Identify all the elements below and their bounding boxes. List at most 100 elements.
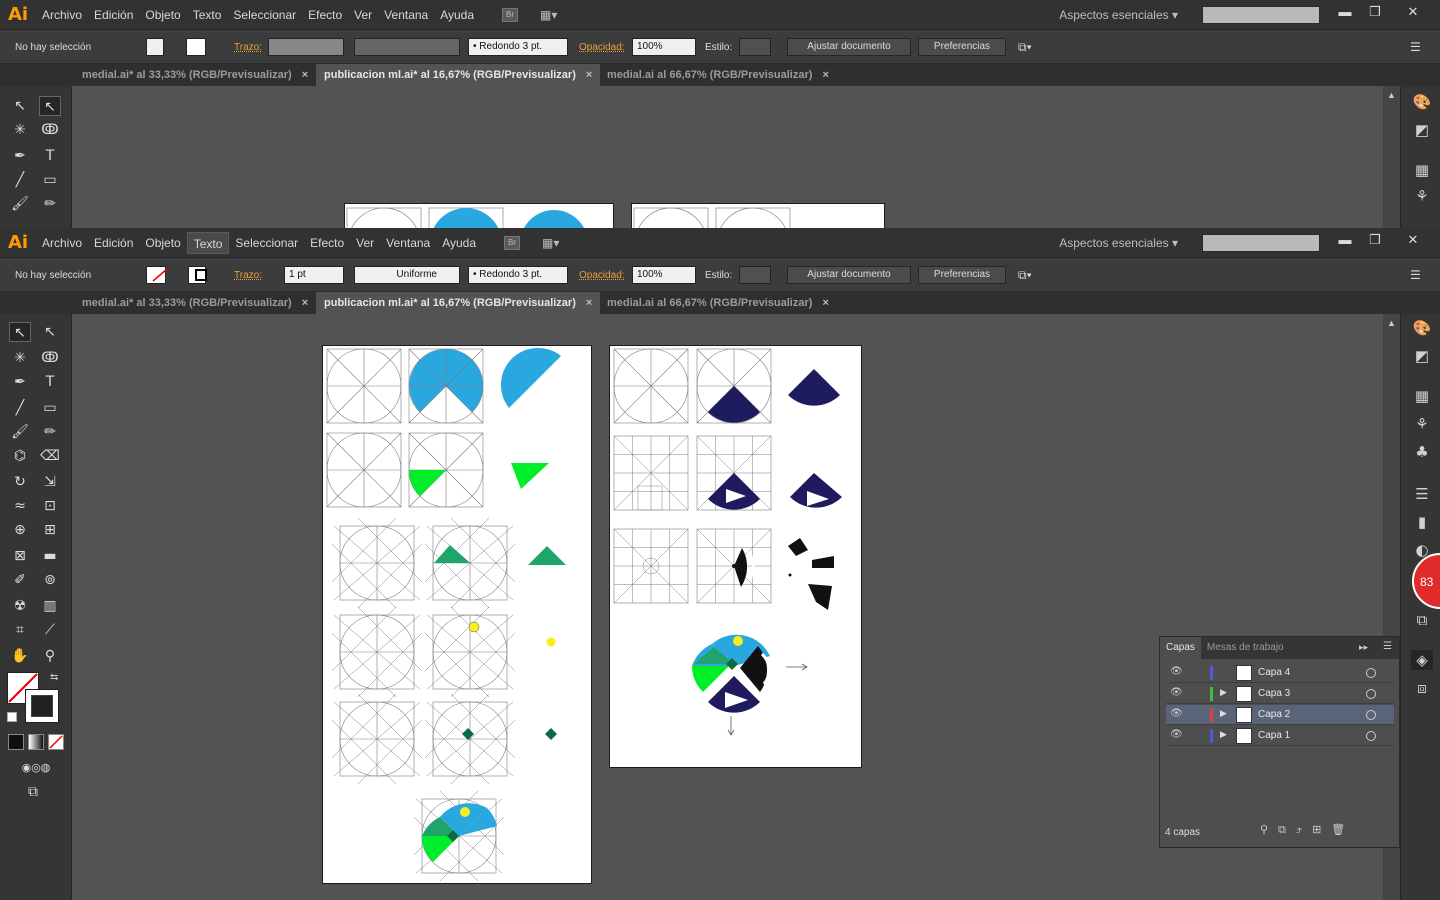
lasso-tool-icon[interactable]: ↂ (39, 348, 61, 368)
expand-triangle-icon[interactable]: ▶ (1220, 687, 1227, 698)
opacity-field[interactable]: 100% (632, 38, 696, 56)
artboard-2[interactable] (609, 345, 862, 768)
doc-tab-publicacion[interactable]: publicacion ml.ai* al 16,67% (RGB/Previs… (316, 292, 601, 314)
opacity-label[interactable]: Opacidad: (579, 270, 625, 281)
pencil-tool-icon[interactable]: ✏ (39, 422, 61, 442)
tab-close-icon[interactable]: × (302, 297, 308, 309)
minimize-button[interactable]: ▬ (1330, 232, 1360, 252)
rectangle-tool-icon[interactable]: ▭ (39, 170, 61, 190)
artboards-panel-icon[interactable]: ⧈ (1411, 678, 1433, 698)
tab-close-icon[interactable]: × (586, 69, 592, 81)
workspace-switcher[interactable]: Aspectos esenciales ▾ (1059, 8, 1178, 22)
menu-ventana[interactable]: Ventana (378, 4, 434, 26)
bg-vertical-scrollbar[interactable]: ▲ (1383, 86, 1400, 228)
help-search-input[interactable] (1202, 234, 1320, 252)
stroke-label[interactable]: Trazo: (234, 270, 262, 281)
blob-brush-tool-icon[interactable]: ⌬ (9, 446, 31, 466)
layer-name[interactable]: Capa 3 (1258, 688, 1290, 699)
doc-tab-medial-66[interactable]: medial.ai al 66,67% (RGB/Previsualizar) × (599, 292, 837, 314)
type-tool-icon[interactable]: T (39, 372, 61, 392)
stroke-panel-icon[interactable]: ☰ (1411, 484, 1433, 504)
stroke-swatch[interactable] (186, 38, 206, 56)
zoom-tool-icon[interactable]: ⚲ (39, 646, 61, 666)
panel-menu-icon[interactable]: ☰ (1410, 268, 1421, 282)
bridge-icon[interactable]: Br (504, 235, 521, 250)
menu-archivo[interactable]: Archivo (36, 232, 88, 254)
menu-ventana[interactable]: Ventana (380, 232, 436, 254)
restore-button[interactable]: ❐ (1360, 232, 1390, 252)
brush-field[interactable]: • Redondo 3 pt. (468, 266, 568, 284)
color-panel-icon[interactable]: 🎨 (1411, 92, 1433, 112)
workspace-switcher[interactable]: Aspectos esenciales ▾ (1059, 236, 1178, 250)
eraser-tool-icon[interactable]: ⌫ (39, 446, 61, 466)
layer-name[interactable]: Capa 1 (1258, 730, 1290, 741)
menu-ayuda[interactable]: Ayuda (436, 232, 482, 254)
target-circle-icon[interactable] (1366, 710, 1376, 720)
hand-tool-icon[interactable]: ✋ (9, 646, 31, 666)
column-graph-tool-icon[interactable]: ▥ (39, 596, 61, 616)
rectangle-tool-icon[interactable]: ▭ (39, 398, 61, 418)
symbols-icon[interactable]: ♣ (1411, 442, 1433, 462)
drawing-modes-icon[interactable]: ◉◎◍ (6, 758, 66, 778)
stroke-profile-field[interactable] (354, 38, 460, 56)
layer-row[interactable]: 👁 ▶ Capa 2 (1166, 705, 1394, 725)
stroke-weight-field[interactable] (268, 38, 344, 56)
opacity-field[interactable]: 100% (632, 266, 696, 284)
preferences-button[interactable]: Preferencias (918, 38, 1006, 56)
gradient-mode-icon[interactable] (28, 734, 44, 750)
selection-tool-icon[interactable]: ↖ (9, 96, 31, 116)
menu-efecto[interactable]: Efecto (302, 4, 348, 26)
magic-wand-tool-icon[interactable]: ✳ (9, 348, 31, 368)
arrange-icon[interactable]: ⧉▾ (1018, 268, 1032, 283)
color-guide-icon[interactable]: ◩ (1411, 120, 1433, 140)
shape-builder-tool-icon[interactable]: ⊕ (9, 520, 31, 540)
line-tool-icon[interactable]: ╱ (9, 170, 31, 190)
brush-field[interactable]: • Redondo 3 pt. (468, 38, 568, 56)
layers-footer-icons[interactable]: ⚲⧉⤴⊞🗑 (1260, 823, 1355, 837)
swatches-icon[interactable]: ▦ (1411, 386, 1433, 406)
rotate-tool-icon[interactable]: ↻ (9, 472, 31, 492)
menu-ver[interactable]: Ver (348, 4, 378, 26)
minimize-button[interactable]: ▬ (1330, 4, 1360, 24)
restore-button[interactable]: ❐ (1360, 4, 1390, 24)
none-mode-icon[interactable] (48, 734, 64, 750)
layer-row[interactable]: 👁 ▶ Capa 3 (1166, 684, 1394, 704)
style-picker[interactable] (739, 38, 771, 56)
arrange-icon[interactable]: ⧉▾ (1018, 40, 1032, 55)
tab-close-icon[interactable]: × (822, 69, 828, 81)
menu-texto[interactable]: Texto (187, 4, 228, 26)
bg-canvas[interactable] (73, 86, 1383, 228)
type-tool-icon[interactable]: T (39, 146, 61, 166)
swap-colors-icon[interactable]: ⇆ (50, 672, 58, 683)
visibility-eye-icon[interactable]: 👁 (1170, 729, 1183, 740)
brushes-icon[interactable]: ⚘ (1411, 186, 1433, 206)
doc-tab-medial-33[interactable]: medial.ai* al 33,33% (RGB/Previsualizar)… (74, 292, 316, 314)
bridge-icon[interactable]: Br (502, 7, 519, 22)
scroll-up-icon[interactable]: ▲ (1387, 90, 1396, 100)
notification-badge[interactable]: 83 (1412, 553, 1440, 609)
menu-ver[interactable]: Ver (350, 232, 380, 254)
lasso-tool-icon[interactable]: ↂ (39, 120, 61, 140)
target-circle-icon[interactable] (1366, 731, 1376, 741)
menu-seleccionar[interactable]: Seleccionar (229, 232, 304, 254)
transform-panel-icon[interactable]: ⧉ (1411, 610, 1433, 630)
adjust-document-button[interactable]: Ajustar documento (787, 38, 911, 56)
visibility-eye-icon[interactable]: 👁 (1170, 666, 1183, 677)
pen-tool-icon[interactable]: ✒ (9, 146, 31, 166)
paintbrush-tool-icon[interactable]: 🖌 (9, 194, 31, 214)
menu-ayuda[interactable]: Ayuda (434, 4, 480, 26)
magic-wand-tool-icon[interactable]: ✳ (9, 120, 31, 140)
tab-close-icon[interactable]: × (822, 297, 828, 309)
layers-panel-icon[interactable]: ◈ (1411, 650, 1433, 670)
line-tool-icon[interactable]: ╱ (9, 398, 31, 418)
artboard-1[interactable] (322, 345, 592, 884)
arrange-documents-icon[interactable]: ▦▾ (542, 236, 572, 250)
layer-name[interactable]: Capa 4 (1258, 667, 1290, 678)
menu-efecto[interactable]: Efecto (304, 232, 350, 254)
style-picker[interactable] (739, 266, 771, 284)
fill-swatch[interactable] (146, 266, 168, 284)
scale-tool-icon[interactable]: ⇲ (39, 472, 61, 492)
menu-objeto[interactable]: Objeto (139, 232, 186, 254)
expand-triangle-icon[interactable]: ▶ (1220, 729, 1227, 740)
menu-seleccionar[interactable]: Seleccionar (227, 4, 302, 26)
